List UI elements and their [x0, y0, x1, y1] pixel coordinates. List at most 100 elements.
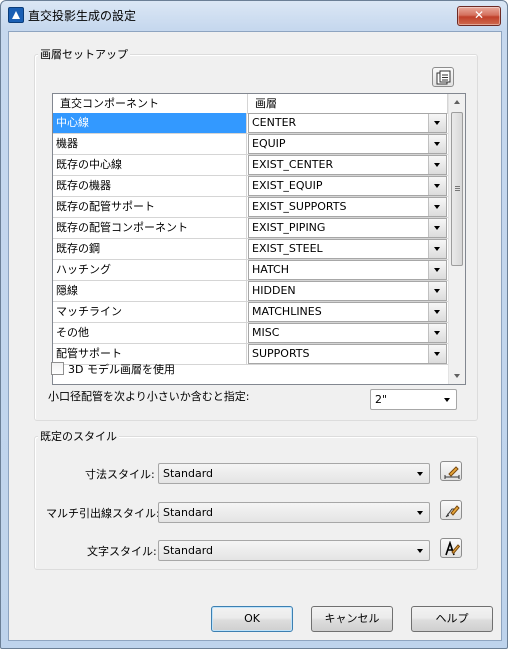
dropdown-arrow-button[interactable] — [428, 303, 446, 321]
column-header-component[interactable]: 直交コンポーネント — [53, 94, 248, 113]
cancel-button[interactable]: キャンセル — [311, 606, 393, 632]
column-header-layer[interactable]: 画層 — [248, 94, 448, 113]
dropdown-arrow-button[interactable] — [428, 282, 446, 300]
layer-select[interactable]: CENTER — [248, 113, 447, 133]
dropdown-arrow-button[interactable] — [428, 324, 446, 342]
table-row[interactable]: 既存の鋼 EXIST_STEEL — [53, 239, 448, 260]
component-name-cell[interactable]: 既存の配管サポート — [53, 197, 247, 217]
chevron-down-icon — [434, 352, 440, 356]
scroll-down-button[interactable] — [449, 367, 465, 384]
component-name-cell[interactable]: 隠線 — [53, 281, 247, 301]
component-name-cell[interactable]: 既存の鋼 — [53, 239, 247, 259]
layer-select-value: EXIST_PIPING — [252, 221, 326, 234]
layer-select[interactable]: EXIST_EQUIP — [248, 176, 447, 196]
table-row[interactable]: ハッチング HATCH — [53, 260, 448, 281]
table-row[interactable]: 機器 EQUIP — [53, 134, 448, 155]
small-bore-size-select[interactable]: 2" — [370, 389, 457, 410]
grid-vertical-scrollbar[interactable] — [448, 94, 465, 384]
layer-select[interactable]: HIDDEN — [248, 281, 447, 301]
layer-select[interactable]: EXIST_SUPPORTS — [248, 197, 447, 217]
chevron-down-icon — [417, 549, 423, 553]
component-name-cell[interactable]: 機器 — [53, 134, 247, 154]
chevron-down-icon — [434, 142, 440, 146]
small-bore-label: 小口径配管を次より小さいか含むと指定: — [48, 390, 250, 403]
layer-select[interactable]: EQUIP — [248, 134, 447, 154]
layer-select-value: EXIST_STEEL — [252, 242, 323, 255]
component-name-cell[interactable]: 既存の配管コンポーネント — [53, 218, 247, 238]
chevron-down-icon — [434, 163, 440, 167]
chevron-down-icon — [434, 268, 440, 272]
layer-select-value: EXIST_CENTER — [252, 158, 334, 171]
table-row[interactable]: 既存の中心線 EXIST_CENTER — [53, 155, 448, 176]
chevron-down-icon — [434, 121, 440, 125]
scroll-thumb[interactable] — [451, 112, 463, 266]
chevron-down-icon — [434, 184, 440, 188]
dimension-style-icon — [444, 466, 460, 479]
table-row[interactable]: その他 MISC — [53, 323, 448, 344]
layer-select[interactable]: SUPPORTS — [248, 344, 447, 364]
component-name-cell[interactable]: 既存の中心線 — [53, 155, 247, 175]
layer-select[interactable]: EXIST_STEEL — [248, 239, 447, 259]
dimension-style-select[interactable]: Standard — [158, 463, 430, 484]
layer-manager-icon — [436, 70, 451, 85]
mleader-style-select[interactable]: Standard — [158, 502, 430, 523]
dialog-window: 直交投影生成の設定 ✕ 画層セットアップ 直交コンポーネント 画層 中心線 CEN… — [0, 0, 508, 649]
dimension-style-value: Standard — [163, 467, 214, 480]
layer-select-value: EQUIP — [252, 137, 286, 150]
table-row[interactable]: 既存の配管サポート EXIST_SUPPORTS — [53, 197, 448, 218]
dropdown-arrow-button[interactable] — [428, 135, 446, 153]
scroll-up-button[interactable] — [449, 94, 465, 111]
title-bar[interactable]: 直交投影生成の設定 ✕ — [1, 1, 507, 29]
layer-select-value: EXIST_EQUIP — [252, 179, 323, 192]
chevron-down-icon — [434, 331, 440, 335]
table-row[interactable]: 隠線 HIDDEN — [53, 281, 448, 302]
dropdown-arrow-button[interactable] — [428, 219, 446, 237]
dropdown-arrow-button[interactable] — [428, 177, 446, 195]
text-style-button[interactable] — [440, 538, 462, 558]
table-row[interactable]: 既存の機器 EXIST_EQUIP — [53, 176, 448, 197]
dimension-style-button[interactable] — [440, 461, 462, 481]
text-style-value: Standard — [163, 544, 214, 557]
layer-select-value: CENTER — [252, 116, 297, 129]
dropdown-arrow-button[interactable] — [428, 114, 446, 132]
close-button[interactable]: ✕ — [457, 6, 501, 26]
use-3d-layers-label[interactable]: 3D モデル画層を使用 — [68, 361, 175, 377]
component-name-cell[interactable]: ハッチング — [53, 260, 247, 280]
table-row[interactable]: 中心線 CENTER — [53, 113, 448, 134]
component-name-cell[interactable]: 中心線 — [53, 113, 247, 133]
dropdown-arrow-button[interactable] — [428, 345, 446, 363]
app-icon[interactable] — [8, 7, 24, 23]
layer-mapping-grid[interactable]: 直交コンポーネント 画層 中心線 CENTER 機器 EQUIP 既存の中心線 EXIST… — [52, 93, 466, 385]
help-button[interactable]: ヘルプ — [411, 606, 493, 632]
text-style-icon — [445, 541, 460, 556]
component-name-cell[interactable]: その他 — [53, 323, 247, 343]
component-name-cell[interactable]: マッチライン — [53, 302, 247, 322]
layer-select[interactable]: MATCHLINES — [248, 302, 447, 322]
layer-select[interactable]: HATCH — [248, 260, 447, 280]
chevron-down-icon — [444, 398, 450, 402]
mleader-style-value: Standard — [163, 506, 214, 519]
text-style-select[interactable]: Standard — [158, 540, 430, 561]
chevron-down-icon — [434, 310, 440, 314]
text-style-label: 文字スタイル: — [87, 545, 157, 558]
grid-header: 直交コンポーネント 画層 — [53, 94, 448, 114]
dropdown-arrow-button[interactable] — [428, 240, 446, 258]
dropdown-arrow-button[interactable] — [428, 261, 446, 279]
dropdown-arrow-button[interactable] — [428, 198, 446, 216]
table-row[interactable]: マッチライン MATCHLINES — [53, 302, 448, 323]
use-3d-layers-checkbox[interactable] — [51, 362, 64, 375]
component-name-cell[interactable]: 既存の機器 — [53, 176, 247, 196]
layer-select-value: HATCH — [252, 263, 289, 276]
layer-select-value: HIDDEN — [252, 284, 296, 297]
ok-button[interactable]: OK — [211, 606, 293, 632]
layer-select[interactable]: EXIST_CENTER — [248, 155, 447, 175]
table-row[interactable]: 既存の配管コンポーネント EXIST_PIPING — [53, 218, 448, 239]
window-title: 直交投影生成の設定 — [28, 9, 137, 23]
layer-select[interactable]: EXIST_PIPING — [248, 218, 447, 238]
dialog-client: 画層セットアップ 直交コンポーネント 画層 中心線 CENTER 機器 EQUIP 既存… — [8, 31, 502, 641]
layer-select[interactable]: MISC — [248, 323, 447, 343]
layer-manager-button[interactable] — [432, 67, 454, 87]
layer-select-value: EXIST_SUPPORTS — [252, 200, 347, 213]
dropdown-arrow-button[interactable] — [428, 156, 446, 174]
mleader-style-button[interactable] — [440, 500, 462, 520]
